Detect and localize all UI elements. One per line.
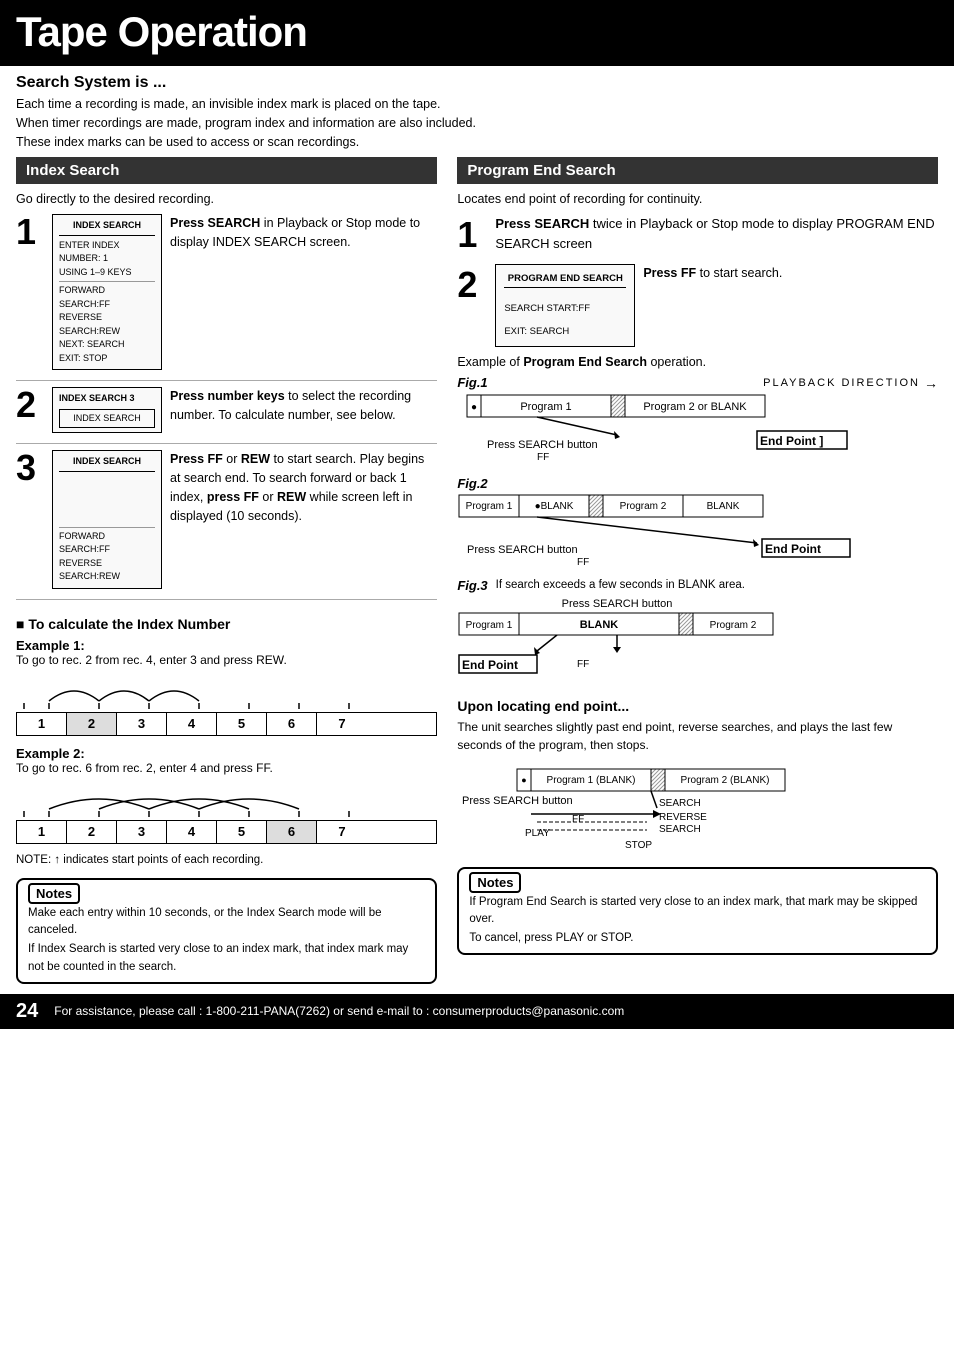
index-search-col: Index Search Go directly to the desired … (16, 157, 449, 984)
svg-text:SEARCH: SEARCH (659, 798, 701, 809)
pes-intro: Locates end point of recording for conti… (457, 192, 938, 206)
index-search-screen-3: INDEX SEARCH FORWARD SEARCH:FFREVERSE SE… (52, 450, 162, 589)
pes-fig-example-label: Example of Program End Search operation. (457, 355, 938, 369)
svg-text:●: ● (471, 402, 477, 413)
svg-text:BLANK: BLANK (707, 501, 740, 512)
index-search-screen-1: INDEX SEARCH ENTER INDEX NUMBER: 1USING … (52, 214, 162, 370)
svg-text:BLANK: BLANK (580, 619, 619, 631)
svg-text:End Point: End Point (462, 658, 518, 672)
index-step-1: 1 INDEX SEARCH ENTER INDEX NUMBER: 1USIN… (16, 214, 437, 370)
svg-text:Program 1: Program 1 (466, 501, 513, 512)
index-calc-section: ■ To calculate the Index Number Example … (16, 610, 437, 866)
index-search-header: Index Search (16, 157, 437, 184)
upon-locating-text: The unit searches slightly past end poin… (457, 718, 938, 754)
svg-text:Program 2 or BLANK: Program 2 or BLANK (644, 401, 748, 413)
search-system-line3: These index marks can be used to access … (16, 133, 938, 152)
index-step-2: 2 INDEX SEARCH 3 INDEX SEARCH Press numb… (16, 387, 437, 433)
number-line-2: 1 2 3 4 5 6 7 (16, 781, 437, 844)
svg-text:Press SEARCH button: Press SEARCH button (462, 795, 573, 807)
index-step-3: 3 INDEX SEARCH FORWARD SEARCH:FFREVERSE … (16, 450, 437, 589)
index-calc-heading: ■ To calculate the Index Number (16, 616, 437, 632)
search-system-heading: Search System is ... (16, 74, 938, 92)
fig1-diagram: ● Program 1 Program 2 or BLANK Press SEA… (457, 393, 877, 463)
index-notes-title: Notes (28, 883, 80, 904)
step-num-3: 3 (16, 450, 46, 486)
step-num-2: 2 (16, 387, 46, 423)
index-notes-box: Notes Make each entry within 10 seconds,… (16, 878, 437, 984)
pes-step-2: 2 PROGRAM END SEARCH SEARCH START:FF EXI… (457, 264, 938, 346)
svg-text:Press SEARCH button: Press SEARCH button (487, 439, 598, 451)
fig3-diagram: Press SEARCH button Program 1 BLANK Prog… (457, 595, 877, 685)
step-num-1: 1 (16, 214, 46, 250)
svg-text:●: ● (522, 775, 527, 785)
pes-screen-box: PROGRAM END SEARCH SEARCH START:FF EXIT:… (495, 264, 635, 346)
svg-text:SEARCH: SEARCH (659, 824, 701, 835)
svg-text:Program 1 (BLANK): Program 1 (BLANK) (547, 775, 636, 786)
fig2-diagram: Program 1 ●BLANK Program 2 BLANK Press S… (457, 493, 877, 565)
arc-diagram-2 (16, 781, 366, 817)
page-header: Tape Operation (0, 0, 954, 66)
fig3-container: Fig.3 If search exceeds a few seconds in… (457, 578, 938, 688)
arc-diagram-1 (16, 673, 366, 709)
pes-notes-title: Notes (469, 872, 521, 893)
search-system-section: Search System is ... Each time a recordi… (0, 66, 954, 157)
example1-text: To go to rec. 2 from rec. 4, enter 3 and… (16, 653, 437, 667)
upon-locating-section: Upon locating end point... The unit sear… (457, 698, 938, 857)
pes-notes-line2: To cancel, press PLAY or STOP. (469, 930, 926, 947)
svg-text:FF: FF (572, 814, 584, 825)
example1-label: Example 1: (16, 638, 437, 653)
svg-text:REVERSE: REVERSE (659, 812, 707, 823)
example2-text: To go to rec. 6 from rec. 2, enter 4 and… (16, 761, 437, 775)
svg-text:Program 2: Program 2 (620, 501, 667, 512)
upon-locating-diagram: ● Program 1 (BLANK) Program 2 (BLANK) Pr… (457, 764, 877, 854)
example2-label: Example 2: (16, 746, 437, 761)
svg-text:End Point: End Point (765, 542, 821, 556)
svg-text:Program 1: Program 1 (521, 401, 572, 413)
pes-step-1: 1 Press SEARCH twice in Playback or Stop… (457, 214, 938, 256)
program-end-search-col: Program End Search Locates end point of … (449, 157, 938, 984)
search-system-line2: When timer recordings are made, program … (16, 114, 938, 133)
fig2-container: Fig.2 Program 1 ●BLANK Program 2 BLANK P… (457, 476, 938, 568)
svg-text:STOP: STOP (625, 840, 652, 851)
svg-text:Press SEARCH button: Press SEARCH button (467, 544, 578, 556)
upon-locating-heading: Upon locating end point... (457, 698, 938, 714)
page-number: 24 (16, 1000, 38, 1023)
pes-notes-box: Notes If Program End Search is started v… (457, 867, 938, 956)
fig1-container: Fig.1 PLAYBACK DIRECTION → ● Program 1 (457, 375, 938, 466)
svg-text:Press SEARCH button: Press SEARCH button (562, 598, 673, 610)
index-search-intro: Go directly to the desired recording. (16, 192, 437, 206)
svg-text:●BLANK: ●BLANK (535, 501, 574, 512)
index-search-screen-2: INDEX SEARCH 3 INDEX SEARCH (52, 387, 162, 433)
svg-text:FF: FF (537, 452, 549, 463)
svg-text:End Point ]: End Point ] (760, 434, 823, 448)
svg-text:FF: FF (577, 659, 589, 670)
svg-text:Program 2 (BLANK): Program 2 (BLANK) (681, 775, 770, 786)
svg-text:FF: FF (577, 557, 589, 565)
pes-notes-line1: If Program End Search is started very cl… (469, 894, 926, 929)
number-line-1: 1 2 3 4 5 6 7 (16, 673, 437, 736)
search-system-line1: Each time a recording is made, an invisi… (16, 95, 938, 114)
index-notes-line2: If Index Search is started very close to… (28, 941, 425, 976)
svg-text:Program 1: Program 1 (466, 620, 513, 631)
page-footer: 24 For assistance, please call : 1-800-2… (0, 994, 954, 1029)
page-title: Tape Operation (16, 8, 938, 56)
index-notes-line1: Make each entry within 10 seconds, or th… (28, 905, 425, 940)
pes-header: Program End Search (457, 157, 938, 184)
index-calc-note: NOTE: ↑ indicates start points of each r… (16, 854, 437, 866)
svg-text:Program 2: Program 2 (710, 620, 757, 631)
footer-text: For assistance, please call : 1-800-211-… (54, 1004, 624, 1018)
